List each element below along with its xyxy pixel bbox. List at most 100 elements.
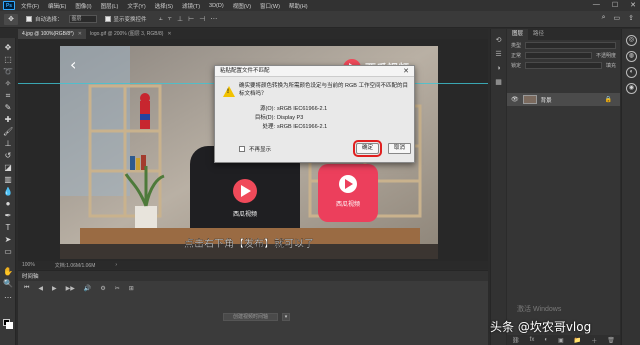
eraser-tool-icon[interactable]: ◪ <box>3 163 13 172</box>
tab-logo-gif[interactable]: logo.gif @ 200% (图层 3, RGB/8) ✕ <box>86 29 176 39</box>
swatches-icon[interactable]: ▦ <box>494 79 503 87</box>
layer-mask-icon[interactable]: ▣ <box>558 337 564 344</box>
workspace-icon[interactable]: ▭ <box>614 14 621 22</box>
svg-text:‹: ‹ <box>70 55 76 74</box>
create-video-timeline-button[interactable]: 创建视频时间轴 <box>223 313 278 321</box>
dialog-title: 粘贴配置文件不匹配 <box>215 66 414 77</box>
path-select-icon[interactable]: ➤ <box>3 235 13 244</box>
close-tab-icon[interactable]: ✕ <box>78 29 82 39</box>
align-left-icon[interactable]: ⊢ <box>188 15 194 23</box>
healing-brush-icon[interactable]: ✚ <box>3 115 13 124</box>
blur-tool-icon[interactable]: 💧 <box>3 187 13 196</box>
tab-paths[interactable]: 路径 <box>528 29 549 40</box>
align-center-icon[interactable]: ⊣ <box>199 15 205 23</box>
close-window-button[interactable]: ✕ <box>630 1 636 9</box>
share-icon[interactable]: ⇪ <box>628 14 634 22</box>
menu-file[interactable]: 文件(F) <box>21 2 39 10</box>
eye-icon[interactable]: 👁 <box>511 96 519 103</box>
channels-icon[interactable]: ◉ <box>626 83 637 94</box>
properties-icon[interactable]: ☰ <box>494 51 503 59</box>
new-group-icon[interactable]: 📁 <box>574 337 581 344</box>
blend-mode-box[interactable] <box>525 51 592 59</box>
dialog-close-icon[interactable]: ✕ <box>403 67 409 75</box>
minimize-button[interactable]: — <box>593 1 600 9</box>
link-layers-icon[interactable]: ⛓ <box>512 337 520 344</box>
timeline-title[interactable]: 时间轴 <box>22 272 39 280</box>
status-arrow-icon[interactable]: › <box>115 262 117 268</box>
align-middle-icon[interactable]: ⫟ <box>168 15 172 23</box>
maximize-button[interactable]: ☐ <box>612 1 618 9</box>
pen-tool-icon[interactable]: ✒ <box>3 211 13 220</box>
menu-3d[interactable]: 3D(D) <box>209 3 224 9</box>
brush-tool-icon[interactable]: 🖌 <box>3 127 13 136</box>
clone-stamp-icon[interactable]: ⊥ <box>3 139 13 148</box>
menu-select[interactable]: 选择(S) <box>155 2 173 10</box>
audio-icon[interactable]: 🔊 <box>84 285 91 292</box>
background-color-swatch[interactable] <box>6 322 13 329</box>
adjustment-layer-icon[interactable]: ◐ <box>544 337 548 343</box>
ok-button[interactable]: 确定 <box>353 140 382 157</box>
tab-layers[interactable]: 图层 <box>507 29 529 40</box>
dialog-message: 确实要将颜色转换为所需颜色设定与当前的 RGB 工作空间不匹配的目标文档吗？ <box>239 83 408 97</box>
filter-kind-label[interactable]: 类型 <box>511 42 521 49</box>
menu-layer[interactable]: 图层(L) <box>101 2 119 10</box>
menu-view[interactable]: 视图(V) <box>233 2 251 10</box>
hand-tool-icon[interactable]: ✋ <box>3 267 13 276</box>
history-icon[interactable]: ⟲ <box>494 37 503 45</box>
prev-frame-icon[interactable]: ◀ <box>38 285 43 292</box>
adjustments-icon[interactable]: ◐ <box>626 67 637 78</box>
align-top-icon[interactable]: ⫠ <box>159 15 163 23</box>
align-bottom-icon[interactable]: ⊥ <box>177 15 183 23</box>
menu-image[interactable]: 图像(I) <box>75 2 91 10</box>
shirt-brand-text: 西瓜视频 <box>233 210 257 218</box>
auto-select-checkbox[interactable] <box>26 16 32 22</box>
lock-options[interactable] <box>525 61 602 69</box>
rectangle-tool-icon[interactable]: ▭ <box>3 247 13 256</box>
next-frame-icon[interactable]: ▶▶ <box>66 285 75 292</box>
menu-edit[interactable]: 编辑(E) <box>48 2 66 10</box>
learn-icon[interactable]: ◎ <box>626 35 637 46</box>
chevron-down-icon[interactable]: ▾ <box>282 313 290 321</box>
dont-show-label[interactable]: 不再显示 <box>249 145 271 153</box>
move-tool-icon[interactable]: ✥ <box>3 43 13 52</box>
dont-show-checkbox[interactable] <box>239 146 245 152</box>
delete-layer-icon[interactable]: 🗑 <box>607 337 615 344</box>
tab-4-jpg[interactable]: 4.jpg @ 100%(RGB/8*) ✕ <box>18 29 86 39</box>
menu-help[interactable]: 帮助(H) <box>289 2 308 10</box>
lasso-tool-icon[interactable]: ➰ <box>3 67 13 76</box>
crop-tool-icon[interactable]: ⌗ <box>3 91 13 100</box>
menu-type[interactable]: 文字(Y) <box>127 2 145 10</box>
move-tool-preset-icon[interactable]: ✥ <box>4 13 18 25</box>
magic-wand-icon[interactable]: ✧ <box>3 79 13 88</box>
libraries-icon[interactable]: ◍ <box>626 51 637 62</box>
marquee-tool-icon[interactable]: ⬚ <box>3 55 13 64</box>
profile-mismatch-dialog: 粘贴配置文件不匹配 ✕ ! 确实要将颜色转换为所需颜色设定与当前的 RGB 工作… <box>214 65 415 163</box>
split-icon[interactable]: ✂ <box>115 285 120 292</box>
blend-mode-dropdown[interactable]: 正常 <box>511 52 521 59</box>
show-transform-checkbox[interactable] <box>104 16 111 22</box>
auto-select-dropdown[interactable]: 图层 <box>68 15 97 23</box>
zoom-level[interactable]: 100% <box>22 262 35 268</box>
layer-row-background[interactable]: 👁 背景 🔒 <box>507 93 620 106</box>
transition-icon[interactable]: ⊞ <box>129 285 134 292</box>
menu-filter[interactable]: 滤镜(T) <box>182 2 200 10</box>
first-frame-icon[interactable]: ⏮ <box>24 285 29 292</box>
new-layer-icon[interactable]: ＋ <box>591 336 597 345</box>
settings-icon[interactable]: ⚙ <box>100 285 105 292</box>
history-brush-icon[interactable]: ↺ <box>3 151 13 160</box>
play-icon[interactable]: ▶ <box>52 285 57 292</box>
layer-style-icon[interactable]: fx <box>530 337 535 343</box>
distribute-icon[interactable]: ⋯ <box>210 15 217 23</box>
color-icon[interactable]: ◑ <box>494 65 503 73</box>
search-icon[interactable]: ⌕ <box>602 14 606 22</box>
dodge-tool-icon[interactable]: ● <box>3 199 13 208</box>
more-tools-icon[interactable]: ⋯ <box>3 293 13 302</box>
eyedropper-icon[interactable]: ✎ <box>3 103 13 112</box>
menu-window[interactable]: 窗口(W) <box>260 2 280 10</box>
type-tool-icon[interactable]: T <box>3 223 13 232</box>
layer-filter-box[interactable] <box>525 41 616 49</box>
close-tab-icon[interactable]: ✕ <box>167 29 171 39</box>
gradient-tool-icon[interactable]: ▥ <box>3 175 13 184</box>
cancel-button[interactable]: 取消 <box>388 143 411 154</box>
zoom-tool-icon[interactable]: 🔍 <box>3 279 13 288</box>
